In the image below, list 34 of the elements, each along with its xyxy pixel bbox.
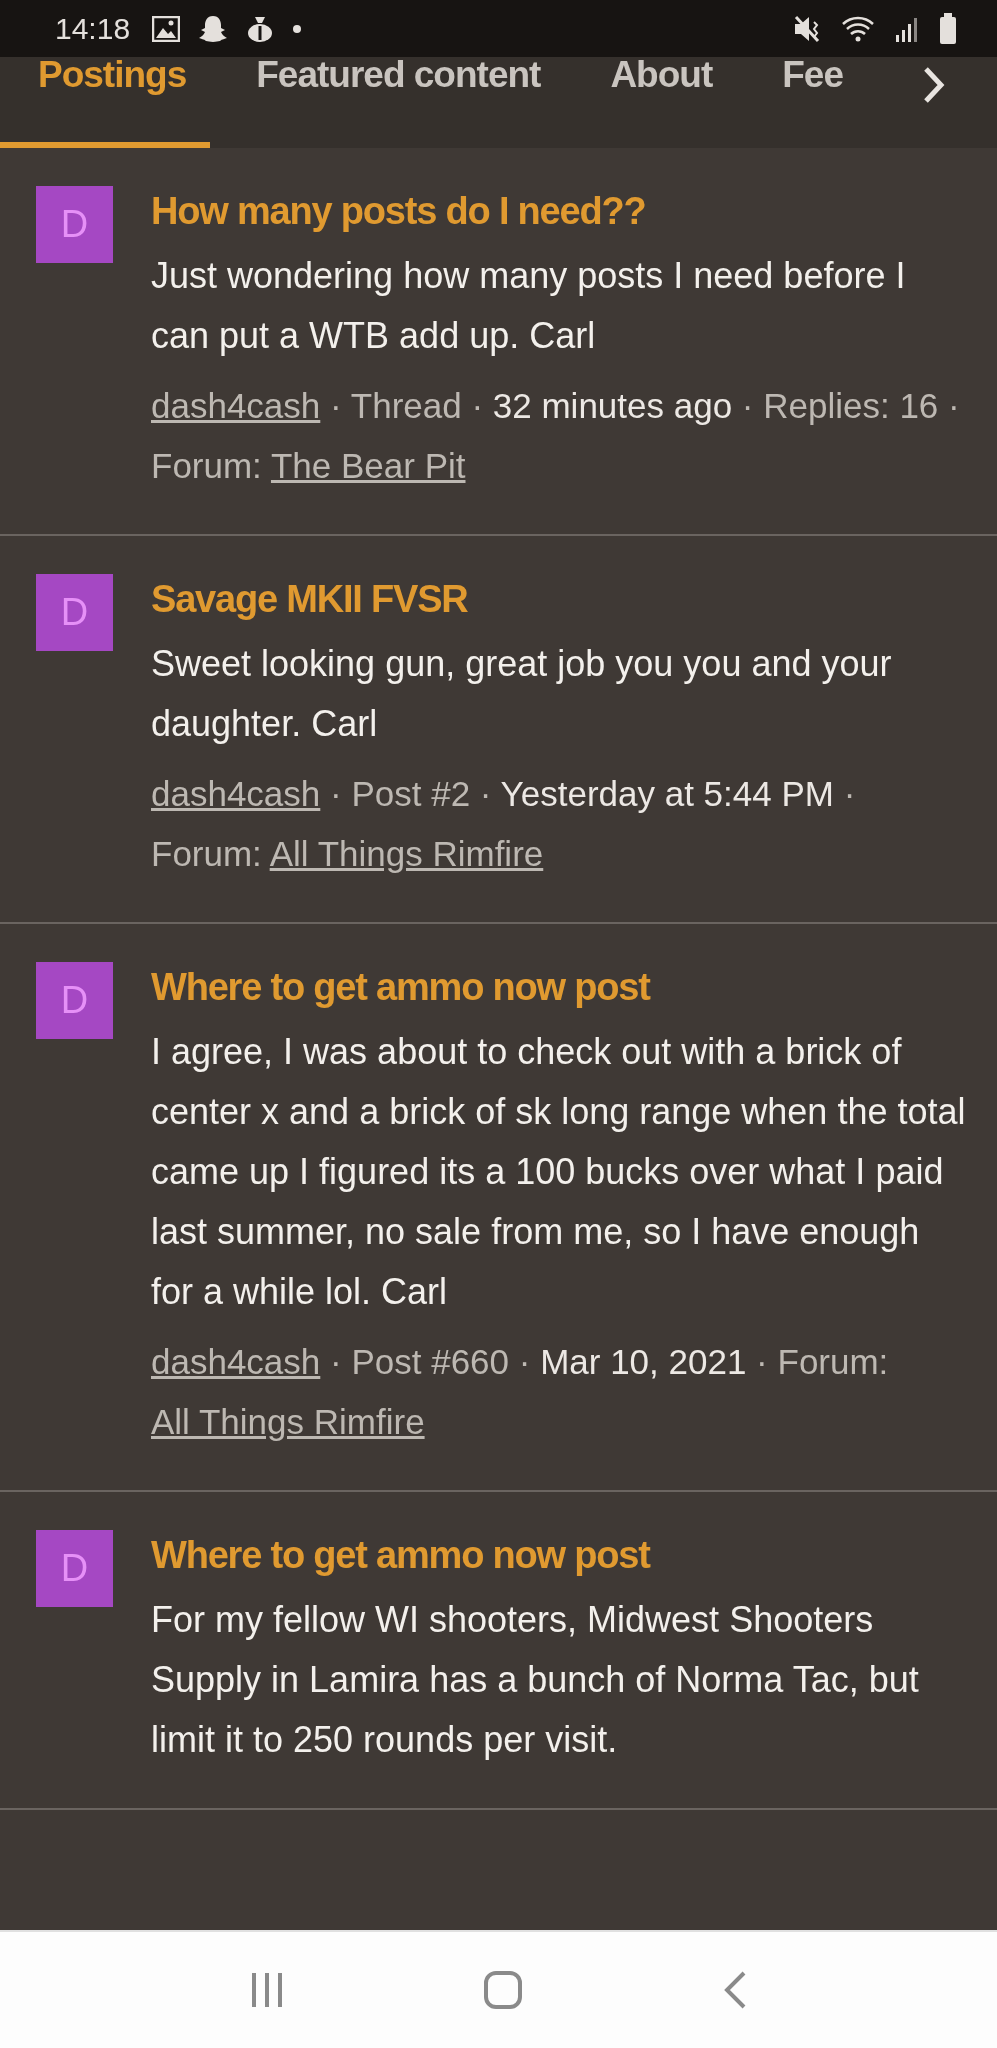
posting-excerpt: Just wondering how many posts I need before I can put a WTB add up. Carl bbox=[151, 254, 907, 358]
money-bag-icon bbox=[246, 14, 275, 43]
meta-link[interactable]: dash4cash bbox=[151, 386, 321, 425]
dot-icon bbox=[292, 23, 303, 34]
meta-link[interactable]: All Things Rimfire bbox=[269, 834, 544, 873]
avatar: D bbox=[36, 1530, 113, 1607]
avatar: D bbox=[36, 962, 113, 1039]
posting-title[interactable]: How many posts do I need?? bbox=[151, 186, 967, 236]
tab[interactable]: Postings bbox=[0, 57, 211, 148]
tab[interactable]: Featured content bbox=[232, 57, 565, 148]
posting-title[interactable]: Where to get ammo now post bbox=[151, 962, 967, 1012]
meta-link[interactable]: dash4cash bbox=[151, 1342, 321, 1381]
posting-excerpt: I agree, I was about to check out with a brick of center x and a brick of sk long range when the total came up I figured its a 100 bucks over what I paid last summer, no sale from me, so I have enough for a while lol. Carl bbox=[151, 1030, 967, 1314]
avatar: D bbox=[36, 574, 113, 651]
ghost-icon bbox=[198, 14, 229, 43]
home-icon[interactable] bbox=[482, 1970, 523, 2010]
battery-icon bbox=[939, 12, 957, 45]
posting-excerpt: For my fellow WI shooters, Midwest Shooters Supply in Lamira has a bunch of Norma Tac, but limit it to 250 rounds per visit. bbox=[151, 1598, 920, 1762]
meta-link[interactable]: dash4cash bbox=[151, 774, 321, 813]
tab[interactable]: Fee bbox=[758, 57, 867, 148]
posting-title[interactable]: Where to get ammo now post bbox=[151, 1530, 967, 1580]
posting-excerpt: Sweet looking gun, great job you you and your daughter. Carl bbox=[151, 642, 893, 746]
posting-title[interactable]: Savage MKII FVSR bbox=[151, 574, 967, 624]
tab[interactable]: About bbox=[586, 57, 737, 148]
posting-meta: dash4cash · Post #2 · Yesterday at 5:44 PM · Forum: All Things Rimfire bbox=[151, 773, 857, 875]
chevron-right-icon[interactable] bbox=[921, 65, 947, 105]
posting-meta: dash4cash · Thread · 32 minutes ago · Replies: 16 · Forum: The Bear Pit bbox=[151, 385, 961, 487]
status-time: 14:18 bbox=[55, 11, 131, 46]
image-icon bbox=[152, 15, 181, 42]
posting-meta: dash4cash · Post #660 · Mar 10, 2021 · Forum: All Things Rimfire bbox=[151, 1341, 890, 1443]
meta-link[interactable]: The Bear Pit bbox=[270, 446, 466, 485]
meta-link[interactable]: All Things Rimfire bbox=[151, 1402, 425, 1441]
avatar: D bbox=[36, 186, 113, 263]
recent-apps-icon[interactable] bbox=[249, 1971, 284, 2009]
